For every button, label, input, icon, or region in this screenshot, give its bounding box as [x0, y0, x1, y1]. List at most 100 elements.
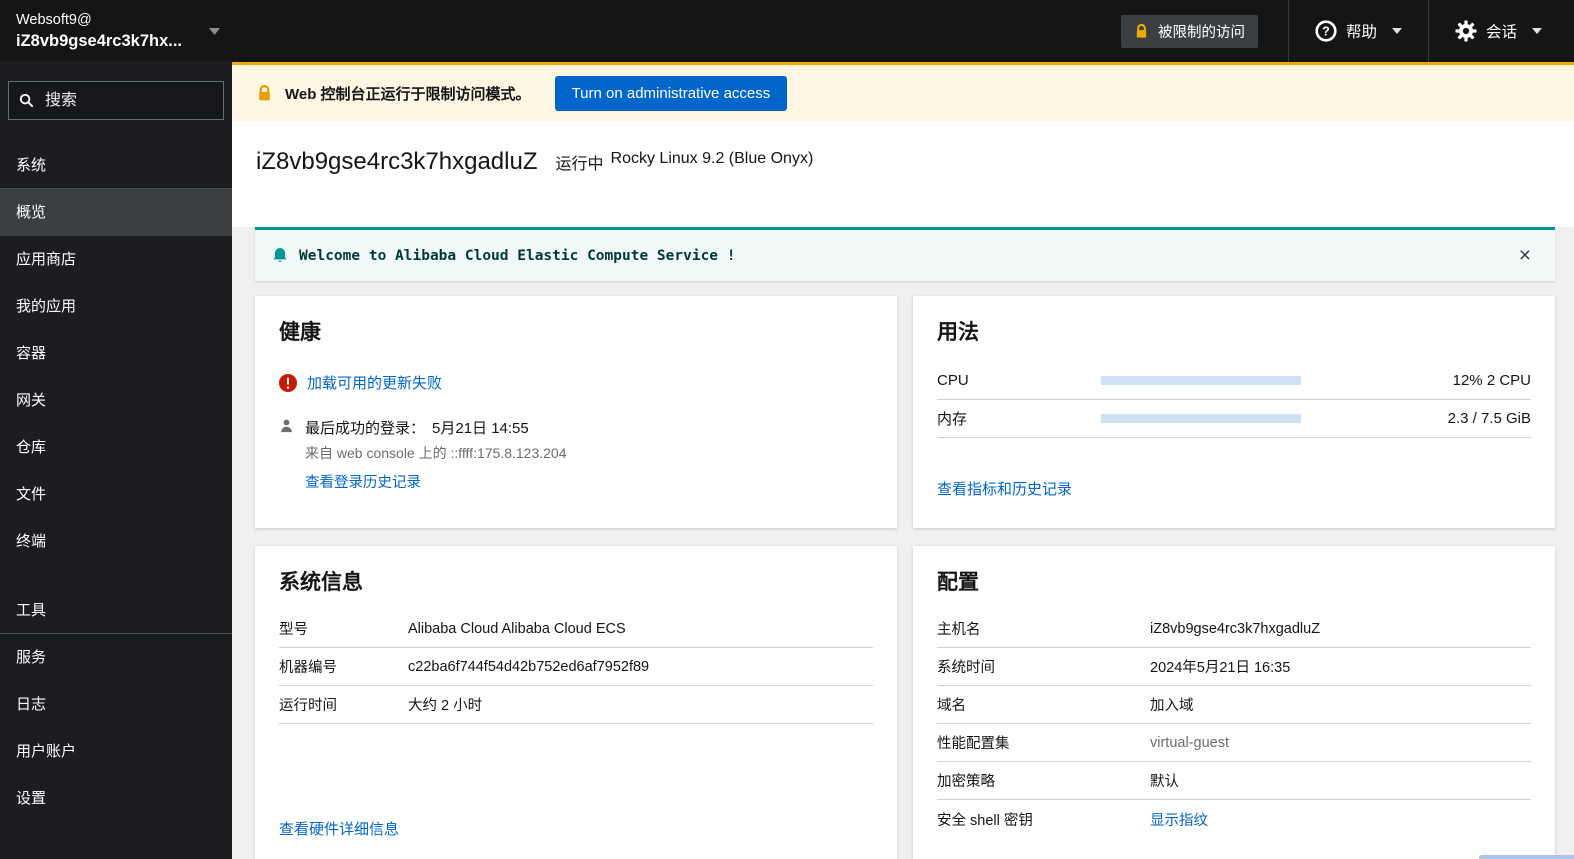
nav-section-tools: 工具 — [0, 587, 232, 634]
hostname-label: 主机名 — [937, 622, 981, 638]
domain-row: 域名 加入域 — [937, 686, 1531, 724]
nav-item-services[interactable]: 服务 — [0, 634, 232, 681]
question-circle-icon: ? — [1315, 20, 1337, 42]
crypto-policy-label: 加密策略 — [937, 774, 995, 790]
model-row: 型号 Alibaba Cloud Alibaba Cloud ECS — [279, 610, 873, 648]
system-info-title: 系统信息 — [279, 571, 363, 594]
health-card: 健康 加载可用的更新失败 最后成功的登录： 5月21日 14:55 来自 web… — [255, 296, 897, 528]
login-history-link[interactable]: 查看登录历史记录 — [305, 471, 421, 492]
nav-item-files[interactable]: 文件 — [0, 471, 232, 518]
last-login-row: 最后成功的登录： 5月21日 14:55 来自 web console 上的 ::… — [279, 417, 873, 492]
gear-icon — [1455, 20, 1477, 42]
system-time-value: 2024年5月21日 16:35 — [1150, 660, 1291, 676]
cpu-row: CPU 12% 2 CPU — [937, 362, 1531, 400]
host-state: 运行中 Rocky Linux 9.2 (Blue Onyx) — [556, 150, 814, 174]
performance-profile-label: 性能配置集 — [937, 736, 1010, 752]
limited-access-message: Web 控制台正运行于限制访问模式。 — [285, 85, 531, 103]
last-login-time: 5月21日 14:55 — [432, 420, 529, 437]
ssh-keys-row: 安全 shell 密钥 显示指纹 — [937, 800, 1531, 838]
nav-item-gateway[interactable]: 网关 — [0, 377, 232, 424]
cpu-value: 12% 2 CPU — [1452, 372, 1531, 389]
restricted-access-badge[interactable]: 被限制的访问 — [1120, 14, 1258, 48]
ssh-keys-label: 安全 shell 密钥 — [937, 812, 1033, 829]
user-icon — [279, 418, 294, 492]
nav-item-accounts[interactable]: 用户账户 — [0, 728, 232, 775]
page-header: iZ8vb9gse4rc3k7hxgadluZ 运行中 Rocky Linux … — [232, 121, 1574, 227]
chevron-down-icon — [1391, 28, 1402, 34]
hardware-details-link[interactable]: 查看硬件详细信息 — [279, 818, 399, 839]
welcome-alert: Welcome to Alibaba Cloud Elastic Compute… — [255, 227, 1555, 281]
hostname-value: iZ8vb9gse4rc3k7hxgadluZ — [1150, 620, 1321, 637]
last-login-texts: 最后成功的登录： 5月21日 14:55 来自 web console 上的 ::… — [305, 417, 567, 492]
config-card: 配置 主机名 iZ8vb9gse4rc3k7hxgadluZ 系统时间 2024… — [913, 546, 1555, 859]
hostname: iZ8vb9gse4rc3k7hx... — [16, 32, 183, 50]
nav-item-my-apps[interactable]: 我的应用 — [0, 283, 232, 330]
bell-icon — [272, 247, 288, 264]
hostname-row: 主机名 iZ8vb9gse4rc3k7hxgadluZ — [937, 610, 1531, 648]
tooltip-edge — [1479, 855, 1574, 859]
usage-card-title: 用法 — [937, 321, 979, 344]
sidebar: Websoft9@ iZ8vb9gse4rc3k7hx... 系统 概览 应用商… — [0, 0, 232, 859]
cpu-progressbar — [1101, 376, 1301, 385]
system-time-label: 系统时间 — [937, 660, 995, 676]
chevron-down-icon — [1532, 28, 1542, 34]
os-name: Rocky Linux 9.2 (Blue Onyx) — [610, 150, 814, 167]
search-box[interactable] — [8, 81, 224, 120]
nav-section-system: 系统 — [0, 142, 232, 189]
nav-item-logs[interactable]: 日志 — [0, 681, 232, 728]
page-title: iZ8vb9gse4rc3k7hxgadluZ — [256, 148, 538, 175]
memory-value: 2.3 / 7.5 GiB — [1447, 410, 1531, 427]
nav-item-terminal[interactable]: 终端 — [0, 518, 232, 565]
nav-item-settings[interactable]: 设置 — [0, 775, 232, 822]
crypto-policy-row: 加密策略 默认 — [937, 762, 1531, 800]
restricted-access-label: 被限制的访问 — [1157, 24, 1245, 41]
lock-icon — [1134, 23, 1149, 39]
lock-icon — [256, 84, 273, 102]
chevron-down-icon — [209, 27, 220, 35]
welcome-alert-text: Welcome to Alibaba Cloud Elastic Compute… — [299, 247, 736, 264]
health-card-title: 健康 — [279, 321, 321, 344]
uptime-row: 运行时间 大约 2 小时 — [279, 686, 873, 724]
sidebar-search — [8, 81, 224, 120]
nav-item-repository[interactable]: 仓库 — [0, 424, 232, 471]
memory-progressbar — [1101, 414, 1301, 423]
help-menu[interactable]: ? 帮助 — [1287, 0, 1428, 62]
search-icon — [19, 93, 34, 108]
svg-text:?: ? — [1322, 25, 1330, 39]
system-info-rows: 型号 Alibaba Cloud Alibaba Cloud ECS 机器编号 … — [279, 610, 873, 724]
updates-error-link[interactable]: 加载可用的更新失败 — [307, 372, 442, 393]
content-area: Welcome to Alibaba Cloud Elastic Compute… — [232, 227, 1574, 859]
model-label: 型号 — [279, 622, 308, 638]
crypto-policy-value: 默认 — [1150, 774, 1179, 790]
session-menu[interactable]: 会话 — [1427, 0, 1574, 62]
error-circle-icon — [279, 373, 297, 392]
performance-profile-value: virtual-guest — [1150, 734, 1229, 751]
last-login-line: 最后成功的登录： 5月21日 14:55 — [305, 417, 567, 438]
usage-rows: CPU 12% 2 CPU 内存 2.3 / 7.5 GiB — [937, 362, 1531, 438]
sidebar-nav: 系统 概览 应用商店 我的应用 容器 网关 仓库 文件 终端 工具 服务 日志 … — [0, 120, 232, 859]
memory-row: 内存 2.3 / 7.5 GiB — [937, 400, 1531, 438]
search-input[interactable] — [43, 90, 213, 111]
uptime-label: 运行时间 — [279, 698, 337, 714]
nav-item-app-store[interactable]: 应用商店 — [0, 236, 232, 283]
fingerprint-link[interactable]: 显示指纹 — [1150, 809, 1208, 830]
main-area: 被限制的访问 ? 帮助 会话 Web 控制台正运行于限制访问模式。 Turn o… — [232, 0, 1574, 859]
config-card-title: 配置 — [937, 571, 979, 594]
system-time-row: 系统时间 2024年5月21日 16:35 — [937, 648, 1531, 686]
alert-close-button[interactable]: × — [1512, 243, 1538, 268]
last-login-label: 最后成功的登录： — [305, 420, 426, 437]
nav-item-overview[interactable]: 概览 — [0, 189, 232, 236]
cpu-label: CPU — [937, 372, 969, 389]
admin-access-button[interactable]: Turn on administrative access — [554, 75, 788, 111]
run-state: 运行中 — [555, 156, 604, 173]
host-switcher[interactable]: Websoft9@ iZ8vb9gse4rc3k7hx... — [0, 0, 232, 62]
login-origin: 来自 web console 上的 ::ffff:175.8.123.204 — [305, 445, 567, 461]
masthead: 被限制的访问 ? 帮助 会话 — [232, 0, 1574, 62]
model-value: Alibaba Cloud Alibaba Cloud ECS — [408, 620, 626, 637]
updates-error-row: 加载可用的更新失败 — [279, 372, 873, 393]
machine-id-value: c22ba6f744f54d42b752ed6af7952f89 — [408, 658, 650, 675]
host-switcher-label: Websoft9@ iZ8vb9gse4rc3k7hx... — [16, 11, 209, 51]
config-rows: 主机名 iZ8vb9gse4rc3k7hxgadluZ 系统时间 2024年5月… — [937, 610, 1531, 838]
nav-item-containers[interactable]: 容器 — [0, 330, 232, 377]
metrics-history-link[interactable]: 查看指标和历史记录 — [937, 478, 1072, 499]
